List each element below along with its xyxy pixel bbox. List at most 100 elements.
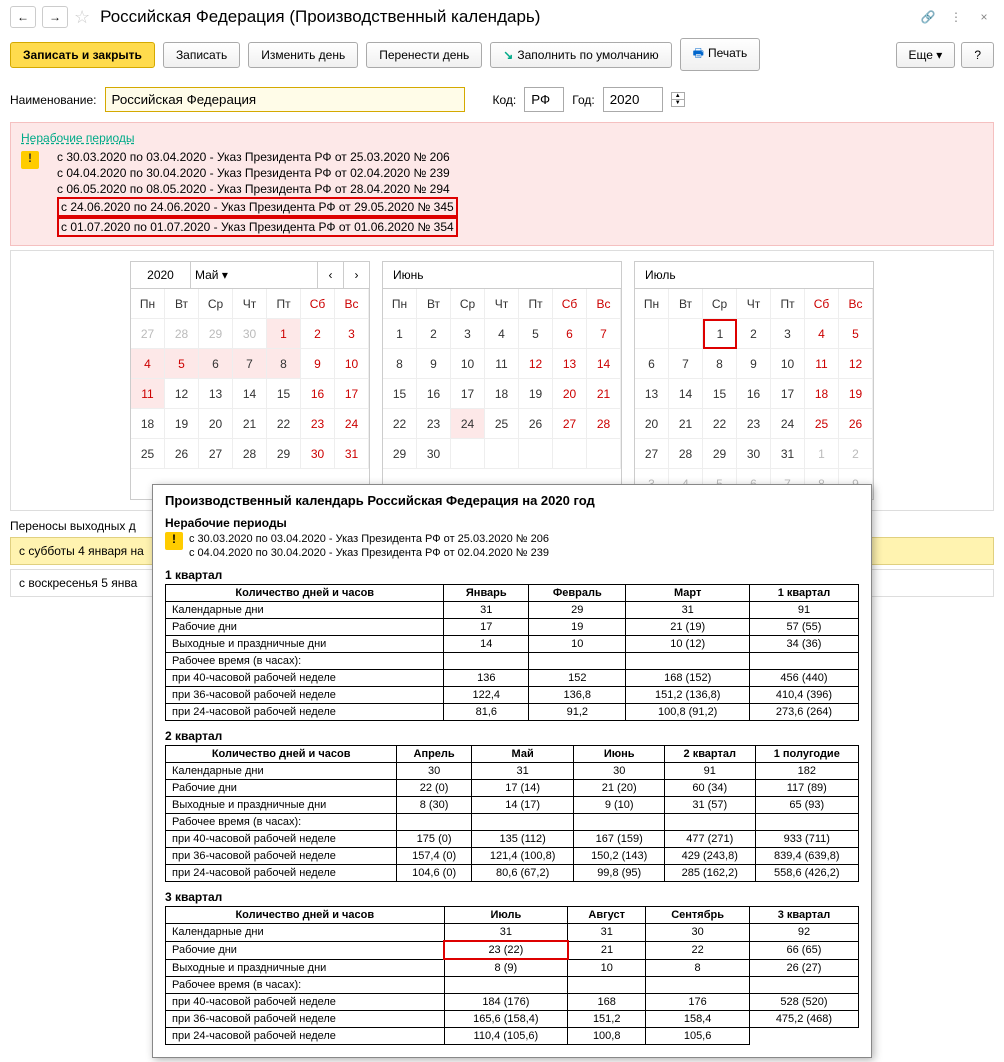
calendar-day[interactable]: 30 [233, 319, 267, 349]
calendar-day[interactable]: 26 [165, 439, 199, 469]
calendar-day[interactable]: 4 [131, 349, 165, 379]
calendar-day[interactable]: 29 [383, 439, 417, 469]
calendar-day[interactable]: 30 [301, 439, 335, 469]
warning-title[interactable]: Нерабочие периоды [21, 131, 135, 145]
calendar-day[interactable]: 27 [553, 409, 587, 439]
calendar-day[interactable]: 31 [335, 439, 369, 469]
calendar-day[interactable]: 18 [485, 379, 519, 409]
calendar-day[interactable]: 29 [267, 439, 301, 469]
cal-next[interactable]: › [343, 262, 369, 288]
calendar-day[interactable]: 4 [485, 319, 519, 349]
calendar-day[interactable]: 27 [131, 319, 165, 349]
print-button[interactable]: 🖶Печать [680, 38, 761, 71]
link-icon[interactable]: 🔗 [918, 7, 938, 27]
calendar-day[interactable]: 19 [165, 409, 199, 439]
calendar-day[interactable]: 5 [519, 319, 553, 349]
calendar-day[interactable]: 30 [737, 439, 771, 469]
calendar-day[interactable]: 22 [383, 409, 417, 439]
help-button[interactable]: ? [961, 42, 994, 68]
calendar-day[interactable]: 13 [635, 379, 669, 409]
calendar-day[interactable]: 20 [199, 409, 233, 439]
year-spinner[interactable]: ▲▼ [671, 92, 685, 107]
calendar-day[interactable]: 3 [451, 319, 485, 349]
calendar-day[interactable]: 24 [335, 409, 369, 439]
calendar-day[interactable]: 8 [703, 349, 737, 379]
calendar-day[interactable]: 15 [267, 379, 301, 409]
calendar-day[interactable]: 8 [267, 349, 301, 379]
calendar-day[interactable]: 9 [737, 349, 771, 379]
calendar-day[interactable]: 3 [771, 319, 805, 349]
calendar-day[interactable] [635, 319, 669, 349]
calendar-day[interactable]: 15 [383, 379, 417, 409]
calendar-day[interactable]: 1 [267, 319, 301, 349]
calendar-day[interactable] [553, 439, 587, 469]
calendar-day[interactable]: 21 [669, 409, 703, 439]
code-input[interactable] [524, 87, 564, 112]
calendar-day[interactable]: 18 [131, 409, 165, 439]
calendar-day[interactable]: 22 [267, 409, 301, 439]
calendar-day[interactable]: 29 [703, 439, 737, 469]
calendar-day[interactable]: 24 [771, 409, 805, 439]
close-icon[interactable]: × [974, 7, 994, 27]
calendar-day[interactable]: 17 [771, 379, 805, 409]
save-close-button[interactable]: Записать и закрыть [10, 42, 155, 68]
calendar-day[interactable]: 5 [165, 349, 199, 379]
move-day-button[interactable]: Перенести день [366, 42, 482, 68]
calendar-day[interactable]: 13 [199, 379, 233, 409]
calendar-day[interactable] [519, 439, 553, 469]
calendar-day[interactable]: 2 [839, 439, 873, 469]
calendar-day[interactable]: 29 [199, 319, 233, 349]
calendar-day[interactable]: 27 [199, 439, 233, 469]
favorite-icon[interactable]: ☆ [74, 7, 90, 28]
calendar-day[interactable]: 28 [165, 319, 199, 349]
fill-default-button[interactable]: ↘Заполнить по умолчанию [490, 42, 671, 68]
calendar-day[interactable]: 19 [839, 379, 873, 409]
calendar-day[interactable]: 17 [335, 379, 369, 409]
calendar-day[interactable]: 21 [587, 379, 621, 409]
calendar-day[interactable]: 3 [335, 319, 369, 349]
calendar-day[interactable]: 11 [805, 349, 839, 379]
calendar-day[interactable]: 27 [635, 439, 669, 469]
calendar-day[interactable]: 28 [233, 439, 267, 469]
calendar-day[interactable]: 16 [301, 379, 335, 409]
calendar-day[interactable]: 10 [771, 349, 805, 379]
calendar-day[interactable] [669, 319, 703, 349]
menu-icon[interactable]: ⋮ [946, 7, 966, 27]
calendar-day[interactable]: 24 [451, 409, 485, 439]
calendar-day[interactable]: 23 [737, 409, 771, 439]
calendar-day[interactable]: 1 [383, 319, 417, 349]
calendar-day[interactable]: 14 [233, 379, 267, 409]
calendar-day[interactable]: 25 [131, 439, 165, 469]
calendar-day[interactable]: 26 [839, 409, 873, 439]
calendar-day[interactable]: 21 [233, 409, 267, 439]
calendar-day[interactable]: 25 [485, 409, 519, 439]
calendar-day[interactable]: 16 [417, 379, 451, 409]
cal-year[interactable]: 2020 [131, 262, 191, 288]
calendar-day[interactable] [451, 439, 485, 469]
calendar-day[interactable]: 28 [669, 439, 703, 469]
calendar-day[interactable]: 2 [301, 319, 335, 349]
calendar-day[interactable]: 19 [519, 379, 553, 409]
calendar-day[interactable]: 20 [635, 409, 669, 439]
name-input[interactable] [105, 87, 465, 112]
calendar-day[interactable]: 12 [519, 349, 553, 379]
calendar-day[interactable]: 1 [703, 319, 737, 349]
calendar-day[interactable]: 30 [417, 439, 451, 469]
calendar-day[interactable] [587, 439, 621, 469]
calendar-day[interactable]: 7 [669, 349, 703, 379]
calendar-day[interactable]: 14 [587, 349, 621, 379]
calendar-day[interactable]: 10 [335, 349, 369, 379]
calendar-day[interactable]: 22 [703, 409, 737, 439]
calendar-day[interactable] [485, 439, 519, 469]
calendar-day[interactable]: 17 [451, 379, 485, 409]
calendar-day[interactable]: 8 [383, 349, 417, 379]
calendar-day[interactable]: 11 [485, 349, 519, 379]
calendar-day[interactable]: 2 [737, 319, 771, 349]
calendar-day[interactable]: 6 [199, 349, 233, 379]
year-input[interactable] [603, 87, 663, 112]
calendar-day[interactable]: 31 [771, 439, 805, 469]
calendar-day[interactable]: 2 [417, 319, 451, 349]
calendar-day[interactable]: 7 [233, 349, 267, 379]
calendar-day[interactable]: 4 [805, 319, 839, 349]
calendar-day[interactable]: 18 [805, 379, 839, 409]
